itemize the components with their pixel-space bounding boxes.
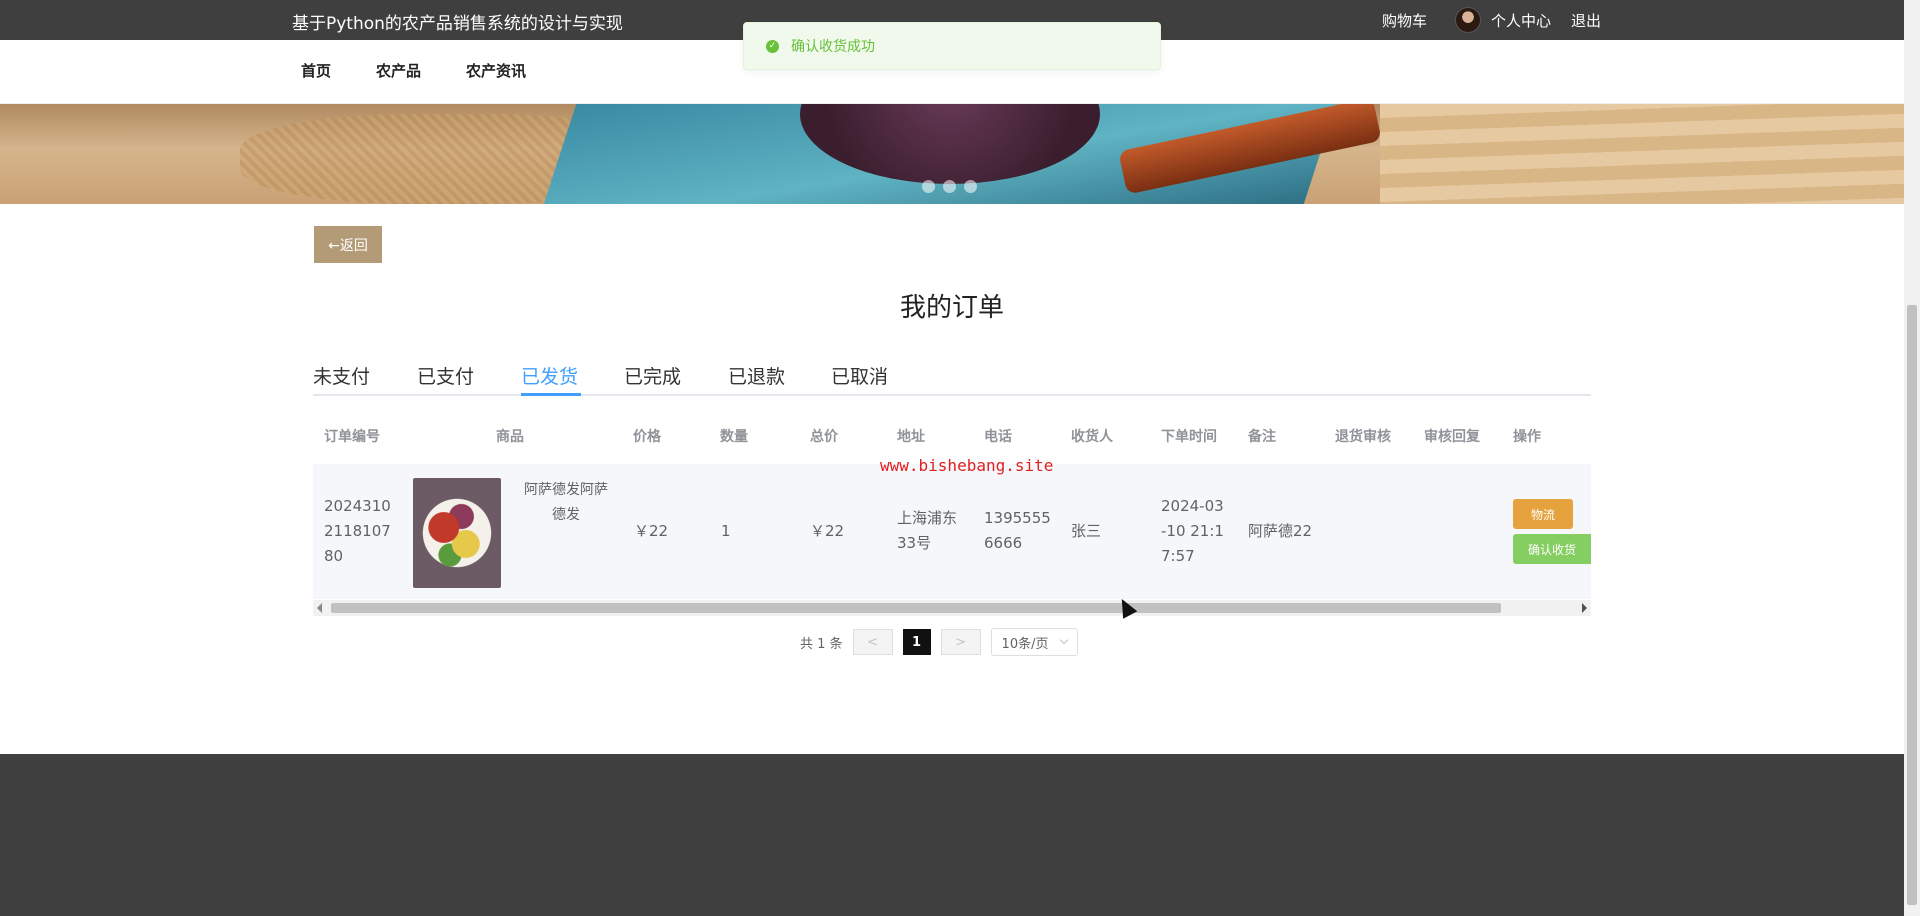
nav-item-products[interactable]: 农产品: [376, 60, 421, 81]
back-button[interactable]: ←返回: [314, 226, 382, 263]
column-header: 操作: [1513, 429, 1541, 445]
column-header: 订单编号: [324, 429, 380, 445]
column-header: 收货人: [1071, 429, 1113, 445]
remark-cell: 阿萨德22: [1248, 522, 1313, 540]
logout-link[interactable]: 退出: [1571, 10, 1601, 31]
tab-refunded[interactable]: 已退款: [728, 362, 785, 389]
tab-unpaid[interactable]: 未支付: [313, 362, 370, 389]
page: 基于Python的农产品销售系统的设计与实现 购物车 个人中心 退出 首页 农产…: [0, 0, 1920, 916]
order-time-cell: 2024-03 -10 21:1 7:57: [1161, 497, 1224, 565]
column-header: 商品: [496, 429, 524, 445]
column-header: 数量: [720, 429, 748, 445]
column-header: 总价: [810, 429, 838, 445]
carousel-indicators: [922, 180, 977, 193]
column-header: 地址: [897, 429, 925, 445]
product-image[interactable]: [413, 478, 501, 588]
tab-paid[interactable]: 已支付: [417, 362, 474, 389]
prev-page-button[interactable]: <: [852, 629, 893, 655]
tab-cancelled[interactable]: 已取消: [831, 362, 888, 389]
tab-completed[interactable]: 已完成: [624, 362, 681, 389]
profile-link[interactable]: 个人中心: [1491, 10, 1551, 31]
scroll-right-icon[interactable]: [1582, 603, 1587, 613]
banner-wood: [1380, 104, 1904, 204]
carousel-dot[interactable]: [943, 180, 956, 193]
footer: [0, 754, 1904, 916]
confirm-receipt-button[interactable]: 确认收货: [1513, 534, 1591, 564]
quantity-cell: 1: [721, 522, 731, 540]
watermark-text: www.bishebang.site: [880, 456, 1054, 475]
column-header: 退货审核: [1335, 429, 1391, 445]
page-size-value: 10条/页: [1001, 636, 1049, 652]
scroll-left-icon[interactable]: [317, 603, 322, 613]
carousel-dot[interactable]: [964, 180, 977, 193]
chevron-down-icon: [1059, 635, 1068, 645]
page-vertical-scrollbar[interactable]: [1904, 0, 1920, 916]
total-cell: ￥22: [810, 522, 845, 540]
page-number[interactable]: 1: [902, 629, 931, 655]
logistics-button[interactable]: 物流: [1513, 499, 1573, 529]
phone-cell: 1395555 6666: [984, 509, 1051, 552]
pagination: 共 1 条 < 1 > 10条/页: [800, 628, 1078, 656]
tab-shipped[interactable]: 已发货: [521, 362, 578, 389]
avatar[interactable]: [1455, 7, 1482, 33]
page-title: 我的订单: [899, 293, 1004, 323]
address-cell: 上海浦东 33号: [897, 509, 958, 552]
order-number-cell: 2024310 2118107 80: [324, 497, 391, 565]
carousel-dot[interactable]: [922, 180, 935, 193]
column-header: 备注: [1248, 429, 1276, 445]
toast-message: 确认收货成功: [791, 39, 875, 55]
orders-table: 订单编号 商品 价格 数量 总价 地址 电话 收货人 下单时间 备注 退货审核 …: [313, 418, 1591, 618]
top-right-links: 购物车 个人中心 退出: [1382, 0, 1601, 40]
nav-item-home[interactable]: 首页: [301, 60, 331, 81]
column-header: 审核回复: [1424, 429, 1480, 445]
active-tab-indicator: [521, 393, 581, 396]
success-toast: ✓ 确认收货成功: [743, 22, 1161, 70]
site-title: 基于Python的农产品销售系统的设计与实现: [292, 14, 623, 34]
nav-item-news[interactable]: 农产资讯: [466, 60, 526, 81]
scrollbar-thumb[interactable]: [331, 603, 1501, 613]
table-horizontal-scrollbar[interactable]: [313, 600, 1591, 616]
column-header: 价格: [633, 429, 661, 445]
price-cell: ￥22: [634, 522, 669, 540]
table-row: 2024310 2118107 80 阿萨德发阿萨 德发 ￥22 1 ￥22 上…: [313, 464, 1591, 599]
check-circle-icon: ✓: [766, 39, 779, 53]
product-name[interactable]: 阿萨德发阿萨 德发: [511, 478, 621, 528]
scrollbar-thumb[interactable]: [1907, 305, 1917, 905]
next-page-button[interactable]: >: [940, 629, 981, 655]
column-header: 下单时间: [1161, 429, 1217, 445]
banner-carousel: [0, 104, 1904, 204]
cart-link[interactable]: 购物车: [1382, 10, 1427, 31]
order-status-tabs: 未支付 已支付 已发货 已完成 已退款 已取消: [313, 360, 1591, 396]
pagination-total: 共 1 条: [800, 636, 843, 652]
page-size-select[interactable]: 10条/页: [990, 628, 1078, 656]
column-header: 电话: [984, 429, 1012, 445]
receiver-cell: 张三: [1071, 522, 1102, 540]
